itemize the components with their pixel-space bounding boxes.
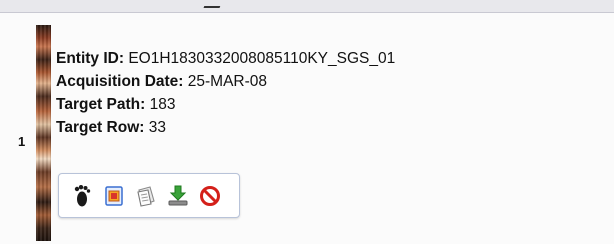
header-fragment [203,0,223,8]
results-header-strip [0,0,614,13]
target-row-label: Target Row: [56,119,145,136]
scene-thumbnail[interactable] [36,25,51,241]
entity-id-line: Entity ID: EO1H1830332008085110KY_SGS_01 [56,47,395,70]
acquisition-date-value: 25-MAR-08 [187,73,268,90]
target-path-line: Target Path: 183 [56,93,395,116]
target-row-value: 33 [148,119,166,136]
scene-actions-toolbar [58,173,240,218]
scene-metadata: Entity ID: EO1H1830332008085110KY_SGS_01… [56,47,395,139]
target-path-label: Target Path: [56,96,146,113]
acquisition-date-label: Acquisition Date: [56,73,184,90]
row-number: 1 [18,134,26,149]
acquisition-date-line: Acquisition Date: 25-MAR-08 [56,70,395,93]
browse-overlay-icon[interactable] [101,183,127,209]
entity-id-label: Entity ID: [56,50,125,67]
exclude-icon[interactable] [197,183,223,209]
metadata-icon[interactable] [133,183,159,209]
download-icon[interactable] [165,183,191,209]
footprint-icon[interactable] [69,183,95,209]
target-row-line: Target Row: 33 [56,116,395,139]
target-path-value: 183 [149,96,176,113]
search-result-row: 1 Entity ID: EO1H1830332008085110KY_SGS_… [0,13,614,244]
entity-id-value: EO1H1830332008085110KY_SGS_01 [128,50,396,67]
